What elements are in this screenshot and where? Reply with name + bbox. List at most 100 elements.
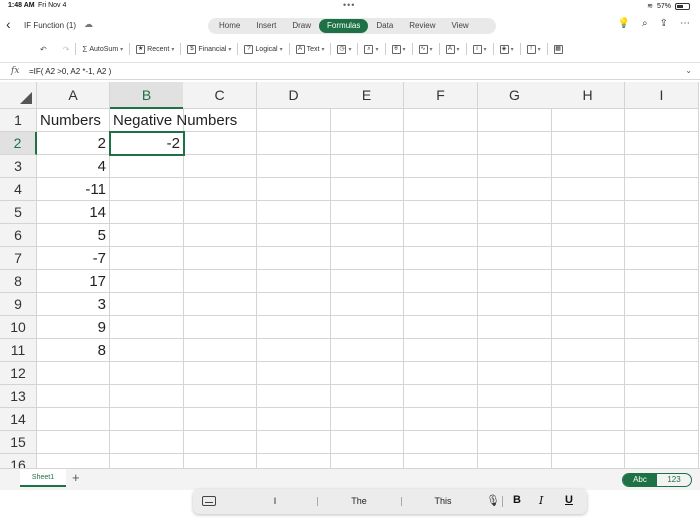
cell-f12[interactable] [404,362,478,385]
cell-e5[interactable] [330,201,404,224]
row-header-1[interactable]: 1 [0,109,37,132]
cell-d6[interactable] [257,224,331,247]
cell-d16[interactable] [257,454,331,468]
cell-e15[interactable] [330,431,404,454]
cell-b10[interactable] [110,316,184,339]
engineering-button[interactable]: A ▾ [445,44,460,54]
keyboard-icon[interactable] [202,496,216,506]
cell-g7[interactable] [478,247,552,270]
microphone-icon[interactable]: 🎙 [486,494,500,507]
cell-d12[interactable] [257,362,331,385]
cell-i16[interactable] [625,454,699,468]
cell-a11[interactable]: 8 [37,339,110,362]
cell-b8[interactable] [110,270,184,293]
cell-c6[interactable] [183,224,257,247]
cell-h3[interactable] [551,155,625,178]
cell-i2[interactable] [625,132,699,155]
cell-b6[interactable] [110,224,184,247]
tab-data[interactable]: Data [368,19,401,33]
sheet-tab-sheet1[interactable]: Sheet1 [20,469,66,487]
cell-d2[interactable] [257,132,331,155]
cell-f3[interactable] [404,155,478,178]
cell-e7[interactable] [330,247,404,270]
cell-i7[interactable] [625,247,699,270]
row-header-4[interactable]: 4 [0,178,37,201]
more-icon[interactable]: ⋯ [680,18,690,29]
cell-e4[interactable] [330,178,404,201]
financial-button[interactable]: $ Financial ▾ [187,44,231,54]
column-header-d[interactable]: D [257,82,331,109]
cell-h13[interactable] [551,385,625,408]
tab-view[interactable]: View [444,19,477,33]
more-functions-button[interactable]: ! ▾ [526,44,541,54]
column-header-a[interactable]: A [37,82,110,109]
cell-d5[interactable] [257,201,331,224]
cell-f15[interactable] [404,431,478,454]
cell-c15[interactable] [183,431,257,454]
cell-d4[interactable] [257,178,331,201]
suggestion-1[interactable]: I [233,492,317,511]
cell-a12[interactable] [37,362,110,385]
numeric-keyboard-option[interactable]: 123 [657,474,691,486]
cell-b9[interactable] [110,293,184,316]
row-header-12[interactable]: 12 [0,362,37,385]
column-header-c[interactable]: C [183,82,257,109]
cell-c11[interactable] [183,339,257,362]
row-header-7[interactable]: 7 [0,247,37,270]
fx-icon[interactable]: fx [11,66,19,76]
cell-b5[interactable] [110,201,184,224]
row-header-9[interactable]: 9 [0,293,37,316]
cell-f13[interactable] [404,385,478,408]
cell-e8[interactable] [330,270,404,293]
select-all-corner[interactable] [0,82,37,109]
cell-f6[interactable] [404,224,478,247]
cell-c13[interactable] [183,385,257,408]
column-header-f[interactable]: F [404,82,478,109]
underline-button[interactable]: U [565,494,573,506]
statistical-button[interactable]: ∿ ▾ [418,44,433,54]
text-button[interactable]: A Text ▾ [295,44,324,54]
cell-g2[interactable] [478,132,552,155]
cell-g11[interactable] [478,339,552,362]
cell-d11[interactable] [257,339,331,362]
cell-c3[interactable] [183,155,257,178]
document-title[interactable]: IF Function (1) [24,21,76,30]
calculate-button[interactable]: ▦ [553,44,563,54]
cell-h8[interactable] [551,270,625,293]
cell-f1[interactable] [404,109,478,132]
add-sheet-button[interactable]: + [72,470,80,485]
cell-h4[interactable] [551,178,625,201]
math-button[interactable]: θ ▾ [391,44,406,54]
cell-c14[interactable] [183,408,257,431]
date-time-button[interactable]: ◷ ▾ [337,44,351,54]
cell-a3[interactable]: 4 [37,155,110,178]
row-header-15[interactable]: 15 [0,431,37,454]
cell-i11[interactable] [625,339,699,362]
cell-i4[interactable] [625,178,699,201]
lookup-button[interactable]: ⌕ ▾ [364,44,379,54]
italic-button[interactable]: I [539,494,543,507]
formula-bar[interactable]: fx =IF( A2 >0, A2 *-1, A2 ) ⌄ [0,62,700,80]
cell-e13[interactable] [330,385,404,408]
cell-g9[interactable] [478,293,552,316]
cell-i1[interactable] [625,109,699,132]
row-header-16[interactable]: 16 [0,454,37,468]
cell-g3[interactable] [478,155,552,178]
cell-g15[interactable] [478,431,552,454]
keyboard-mode-toggle[interactable]: Abc 123 [622,473,692,487]
redo-button[interactable]: ↷ [63,45,70,54]
cell-g12[interactable] [478,362,552,385]
cell-b4[interactable] [110,178,184,201]
cell-h7[interactable] [551,247,625,270]
cell-a6[interactable]: 5 [37,224,110,247]
cell-a16[interactable] [37,454,110,468]
cell-i5[interactable] [625,201,699,224]
cell-d14[interactable] [257,408,331,431]
cell-d3[interactable] [257,155,331,178]
cell-e2[interactable] [330,132,404,155]
row-header-5[interactable]: 5 [0,201,37,224]
cell-b15[interactable] [110,431,184,454]
cell-a4[interactable]: -11 [37,178,110,201]
abc-keyboard-option[interactable]: Abc [623,474,657,486]
row-header-10[interactable]: 10 [0,316,37,339]
